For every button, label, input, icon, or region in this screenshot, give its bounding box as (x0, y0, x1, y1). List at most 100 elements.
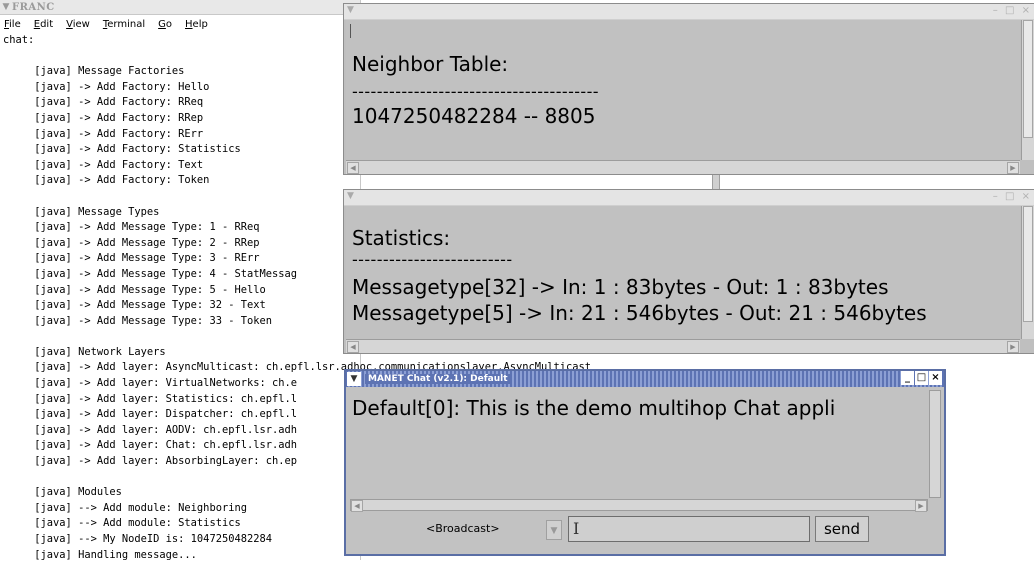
terminal-line: [java] -> Add Factory: RErr (3, 127, 204, 140)
menu-view[interactable]: View (66, 19, 90, 30)
terminal-line: [java] -> Add Factory: Text (3, 158, 204, 171)
neighbor-table-window: ▼ – □ × Neighbor Table: ----------------… (343, 3, 1034, 175)
terminal-line: [java] Message Types (3, 205, 160, 218)
send-button[interactable]: send (815, 516, 869, 542)
terminal-line: [java] -> Add Factory: RReq (3, 96, 204, 109)
scroll-left-icon[interactable]: ◀ (351, 500, 363, 512)
chevron-down-icon[interactable]: ▼ (546, 520, 562, 540)
terminal-line: [java] -> Add Factory: Hello (3, 80, 210, 93)
neighbor-vscrollbar[interactable] (1021, 20, 1034, 160)
window-divider (712, 175, 720, 189)
terminal-line: [java] Network Layers (3, 345, 166, 358)
scroll-thumb[interactable] (1023, 206, 1033, 322)
terminal-line: [java] -> Add layer: AODV: ch.epfl.lsr.a… (3, 423, 298, 436)
chat-title: MANET Chat (v2.1): Default (365, 374, 511, 384)
statistics-row: Messagetype[5] -> In: 21 : 546bytes - Ou… (352, 301, 927, 325)
terminal-title: FRANC (12, 1, 55, 13)
menu-go[interactable]: Go (158, 19, 172, 30)
chat-message-area[interactable]: Default[0]: This is the demo multihop Ch… (350, 390, 928, 498)
chat-window: ▼ MANET Chat (v2.1): Default _ □ × Defau… (344, 369, 946, 556)
statistics-window: ▼ – □ × Statistics: --------------------… (343, 189, 1034, 354)
scroll-right-icon[interactable]: ▶ (915, 500, 927, 512)
terminal-line: [java] --> My NodeID is: 1047250482284 (3, 533, 272, 545)
close-icon[interactable]: × (929, 371, 942, 385)
terminal-line: [java] -> Add Message Type: 3 - RErr (3, 252, 260, 265)
scroll-thumb[interactable] (1023, 20, 1033, 138)
chat-titlebar[interactable]: ▼ MANET Chat (v2.1): Default _ □ × (346, 371, 944, 387)
terminal-window: ▼ FRANC File Edit View Terminal Go Help … (0, 0, 592, 563)
terminal-line: [java] -> Add layer: VirtualNetworks: ch… (3, 377, 298, 390)
chat-vscrollbar[interactable] (929, 390, 941, 498)
terminal-menubar: File Edit View Terminal Go Help (0, 15, 360, 33)
terminal-line: [java] --> Add module: Neighboring (3, 501, 247, 514)
neighbor-entry: 1047250482284 -- 8805 (352, 104, 596, 128)
minimize-icon[interactable]: _ (901, 371, 914, 385)
close-icon[interactable]: × (1022, 5, 1032, 16)
terminal-line: [java] -> Add Factory: RRep (3, 111, 204, 124)
terminal-line: [java] Message Factories (3, 65, 185, 78)
recipient-value: <Broadcast> (426, 522, 500, 535)
menu-file[interactable]: File (4, 19, 21, 30)
statistics-vscrollbar[interactable] (1021, 206, 1034, 339)
menu-edit[interactable]: Edit (34, 19, 53, 30)
neighbor-separator: ---------------------------------------- (352, 82, 599, 101)
terminal-line: [java] -> Add Message Type: 1 - RReq (3, 221, 260, 234)
terminal-line: [java] Modules (3, 486, 122, 499)
window-menu-icon[interactable]: ▼ (347, 191, 354, 201)
terminal-line: [java] -> Add layer: Chat: ch.epfl.lsr.a… (3, 439, 298, 452)
statistics-separator: -------------------------- (352, 250, 513, 269)
terminal-line: [java] -> Add Message Type: 32 - Text (3, 299, 266, 312)
terminal-line: chat: (3, 34, 35, 46)
window-controls[interactable]: _ □ × (901, 371, 942, 385)
terminal-line: [java] -> Add layer: Statistics: ch.epfl… (3, 392, 298, 405)
chat-message-input[interactable]: I (568, 516, 810, 542)
chat-hscrollbar[interactable]: ◀ ▶ (350, 499, 928, 512)
terminal-line: [java] -> Add Message Type: 33 - Token (3, 314, 272, 327)
neighbor-content: Neighbor Table: ------------------------… (346, 20, 1020, 160)
neighbor-heading: Neighbor Table: (352, 52, 509, 76)
statistics-hscrollbar[interactable]: ◀ ▶ (346, 339, 1020, 353)
terminal-line: [java] Handling message... (3, 548, 197, 561)
terminal-line: [java] -> Add layer: AsyncMulticast: ch.… (3, 361, 592, 374)
terminal-line: [java] -> Add Message Type: 4 - StatMess… (3, 267, 298, 280)
terminal-line: [java] -> Add Factory: Statistics (3, 143, 241, 156)
menu-help[interactable]: Help (185, 19, 208, 30)
terminal-line: [java] -> Add Message Type: 5 - Hello (3, 283, 266, 296)
maximize-icon[interactable]: □ (1005, 191, 1016, 202)
terminal-titlebar[interactable]: ▼ FRANC (0, 0, 360, 15)
maximize-icon[interactable]: □ (1005, 5, 1016, 16)
minimize-icon[interactable]: – (993, 191, 1000, 202)
scroll-right-icon[interactable]: ▶ (1007, 162, 1019, 174)
scroll-left-icon[interactable]: ◀ (347, 162, 359, 174)
terminal-line: [java] -> Add layer: Dispatcher: ch.epfl… (3, 408, 298, 421)
chat-message: Default[0]: This is the demo multihop Ch… (352, 396, 836, 420)
statistics-content: Statistics: -------------------------- M… (346, 206, 1020, 339)
terminal-line: [java] -> Add Factory: Token (3, 174, 210, 187)
neighbor-hscrollbar[interactable]: ◀ ▶ (346, 160, 1020, 174)
window-menu-icon[interactable]: ▼ (347, 5, 354, 15)
scroll-left-icon[interactable]: ◀ (347, 341, 359, 353)
close-icon[interactable]: × (1022, 191, 1032, 202)
window-controls[interactable]: – □ × (993, 5, 1032, 16)
recipient-dropdown[interactable]: <Broadcast> ▼ (422, 518, 562, 542)
maximize-icon[interactable]: □ (915, 371, 928, 385)
terminal-output[interactable]: chat: [java] Message Factories [java] ->… (0, 33, 592, 563)
terminal-line: [java] -> Add Message Type: 2 - RRep (3, 236, 260, 249)
window-controls[interactable]: – □ × (993, 191, 1032, 202)
window-menu-icon[interactable]: ▼ (347, 372, 361, 386)
menu-terminal[interactable]: Terminal (103, 19, 145, 30)
statistics-row: Messagetype[32] -> In: 1 : 83bytes - Out… (352, 275, 889, 299)
terminal-line: [java] --> Add module: Statistics (3, 517, 241, 530)
statistics-titlebar[interactable]: ▼ – □ × (344, 190, 1034, 206)
terminal-line: [java] -> Add layer: AbsorbingLayer: ch.… (3, 455, 298, 468)
neighbor-titlebar[interactable]: ▼ – □ × (344, 4, 1034, 20)
window-menu-icon[interactable]: ▼ (0, 2, 12, 12)
scroll-right-icon[interactable]: ▶ (1007, 341, 1019, 353)
text-caret (350, 24, 351, 38)
statistics-heading: Statistics: (352, 226, 451, 250)
minimize-icon[interactable]: – (993, 5, 1000, 16)
